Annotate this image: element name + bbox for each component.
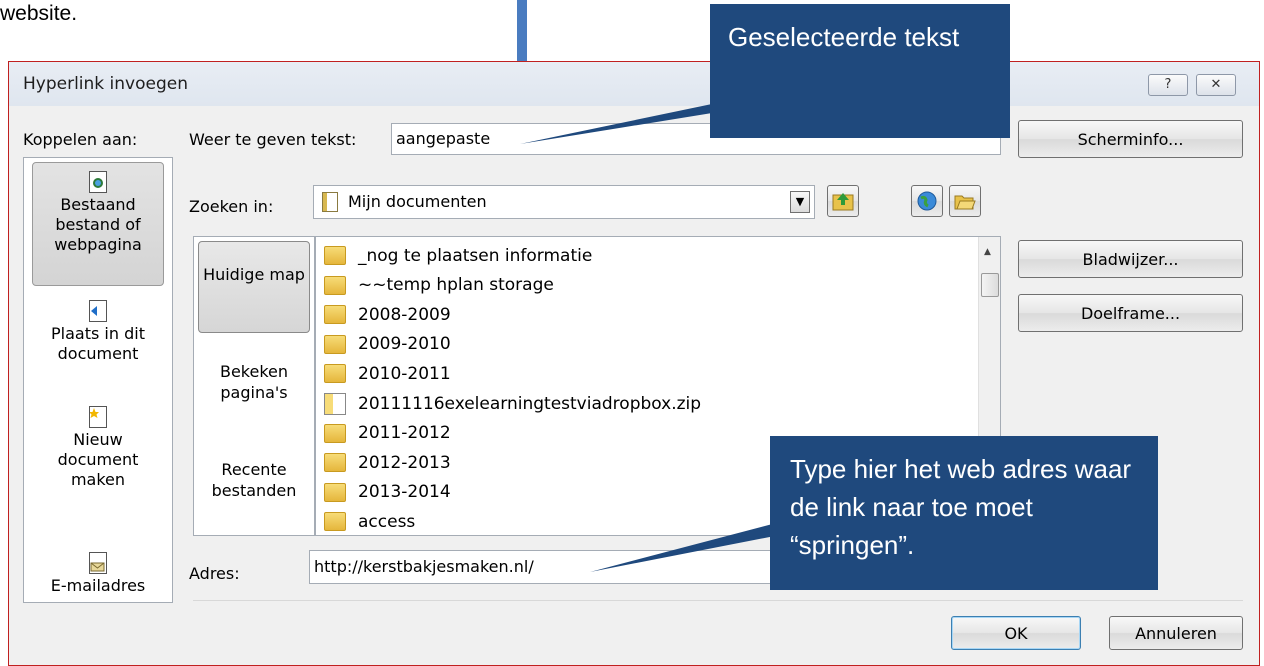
folder-icon: [324, 246, 346, 265]
file-name: 2011-2012: [358, 423, 451, 444]
link-to-existing-file-label: Bestaand bestand of webpagina: [54, 195, 142, 254]
scroll-thumb[interactable]: [981, 273, 999, 297]
look-in-value: Mijn documenten: [348, 192, 487, 211]
dialog-title: Hyperlink invoegen: [23, 74, 188, 94]
file-row[interactable]: 2009-2010: [324, 330, 451, 359]
file-row[interactable]: 2011-2012: [324, 419, 451, 448]
nav-browsed-pages[interactable]: Bekeken pagina's: [198, 361, 310, 411]
browse-file-button[interactable]: [949, 185, 981, 217]
target-frame-button[interactable]: Doelframe...: [1018, 294, 1243, 332]
file-row[interactable]: 2010-2011: [324, 359, 451, 388]
link-to-place-label: Plaats in dit document: [51, 324, 145, 363]
file-name: 2008-2009: [358, 304, 451, 325]
folder-icon: [324, 275, 346, 295]
file-row[interactable]: _nog te plaatsen informatie: [324, 241, 592, 270]
address-label: Adres:: [189, 564, 240, 583]
file-row[interactable]: ~~temp hplan storage: [324, 271, 554, 300]
close-button[interactable]: ✕: [1196, 74, 1236, 96]
file-name: ~~temp hplan storage: [358, 275, 554, 296]
folder-icon: [324, 512, 346, 532]
folder-up-icon: [832, 193, 854, 211]
callout-address-hint: Type hier het web adres waar de link naa…: [770, 436, 1158, 590]
chevron-down-icon[interactable]: ▼: [790, 191, 810, 213]
folder-icon: [324, 305, 346, 325]
file-row[interactable]: 20111116exelearningtestviadropbox.zip: [324, 389, 701, 418]
file-row[interactable]: 2013-2014: [324, 478, 451, 507]
document-text: website.: [0, 2, 78, 25]
scroll-up-icon[interactable]: ▲: [984, 247, 991, 257]
file-name: 2013-2014: [358, 482, 451, 503]
nav-current-folder[interactable]: Huidige map: [198, 241, 310, 333]
link-to-panel: Bestaand bestand of webpagina Plaats in …: [23, 157, 173, 603]
link-to-email-label: E-mailadres: [50, 576, 146, 595]
link-to-label: Koppelen aan:: [23, 130, 138, 149]
callout-selected-text: Geselecteerde tekst: [710, 4, 1010, 138]
folder-icon: [324, 423, 346, 443]
help-button[interactable]: ?: [1148, 74, 1188, 96]
link-to-email[interactable]: E-mailadres: [32, 552, 164, 602]
file-name: _nog te plaatsen informatie: [358, 245, 593, 266]
file-name: 2010-2011: [358, 363, 451, 384]
folder-icon: [324, 334, 346, 354]
file-row[interactable]: access: [324, 507, 416, 535]
nav-recent-files[interactable]: Recente bestanden: [198, 459, 310, 509]
divider: [193, 600, 1243, 601]
globe-document-icon: [89, 171, 107, 193]
look-in-select[interactable]: Mijn documenten ▼: [313, 185, 815, 219]
document-place-icon: [89, 300, 107, 322]
link-to-new-document[interactable]: Nieuw document maken: [32, 406, 164, 496]
zip-file-icon: [324, 392, 346, 415]
file-row[interactable]: 2008-2009: [324, 300, 451, 329]
link-to-existing-file[interactable]: Bestaand bestand of webpagina: [32, 162, 164, 286]
look-in-label: Zoeken in:: [189, 197, 274, 216]
new-document-icon: [89, 406, 107, 428]
folder-doc-icon: [322, 192, 338, 212]
up-one-folder-button[interactable]: [827, 185, 859, 217]
bookmark-button[interactable]: Bladwijzer...: [1018, 240, 1243, 278]
link-to-new-document-label: Nieuw document maken: [57, 430, 139, 489]
browse-nav-panel: Huidige map Bekeken pagina's Recente bes…: [193, 236, 315, 536]
link-to-place-in-document[interactable]: Plaats in dit document: [32, 300, 164, 390]
file-name: access: [358, 511, 416, 532]
file-row[interactable]: 2012-2013: [324, 448, 451, 477]
screentip-button[interactable]: Scherminfo...: [1018, 120, 1243, 158]
email-icon: [89, 552, 107, 574]
open-folder-icon: [954, 195, 976, 210]
cancel-button[interactable]: Annuleren: [1109, 616, 1243, 650]
ok-button[interactable]: OK: [951, 616, 1081, 650]
folder-icon: [324, 482, 346, 502]
folder-icon: [324, 364, 346, 384]
file-name: 2012-2013: [358, 452, 451, 473]
display-text-label: Weer te geven tekst:: [189, 130, 357, 149]
folder-icon: [324, 453, 346, 473]
file-name: 2009-2010: [358, 334, 451, 355]
browse-web-button[interactable]: [911, 185, 943, 217]
dialog-titlebar: Hyperlink invoegen ? ✕: [9, 62, 1259, 106]
file-name: 20111116exelearningtestviadropbox.zip: [358, 393, 702, 414]
globe-search-icon: [917, 191, 937, 211]
